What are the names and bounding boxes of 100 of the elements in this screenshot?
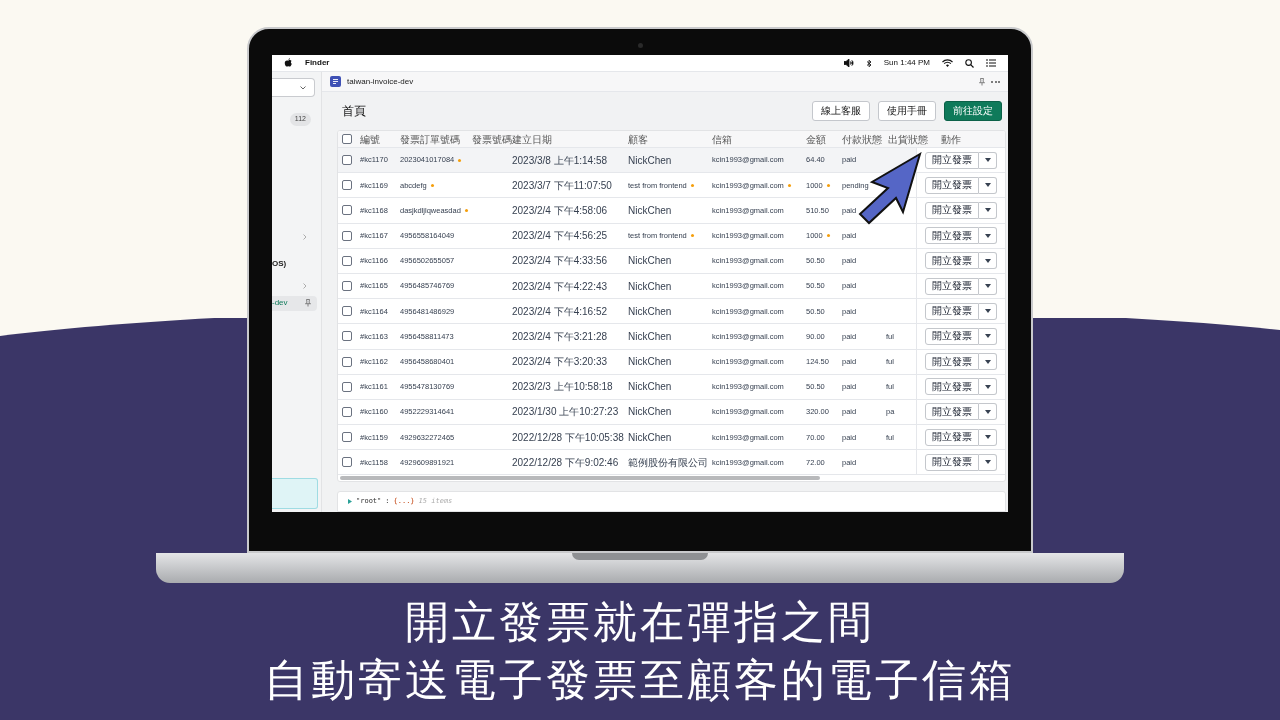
- header-button[interactable]: 使用手冊: [878, 101, 936, 121]
- table-cell-text: 2023/3/8 上午1:14:58: [512, 153, 608, 168]
- row-checkbox[interactable]: [342, 406, 352, 417]
- caret-icon: [984, 233, 991, 238]
- caret-icon: [984, 284, 991, 289]
- highlight-panel: [272, 478, 318, 509]
- table-cell-text: 2023/2/4 下午3:20:33: [512, 355, 608, 370]
- table-cell-text: NickChen: [628, 405, 672, 420]
- chevron-down-icon: [300, 85, 306, 90]
- issue-invoice-button[interactable]: 開立發票: [925, 327, 979, 345]
- row-checkbox[interactable]: [342, 381, 352, 392]
- pin-icon[interactable]: [979, 77, 985, 86]
- caret-icon: [984, 208, 991, 213]
- row-checkbox[interactable]: [342, 155, 352, 166]
- issue-invoice-button[interactable]: 開立發票: [925, 302, 979, 320]
- dropdown-button[interactable]: [979, 227, 997, 245]
- issue-invoice-button[interactable]: 開立發票: [925, 403, 979, 421]
- dropdown-button[interactable]: [979, 302, 997, 320]
- sidebar-item[interactable]: OS): [272, 257, 321, 270]
- table-cell-text: NickChen: [628, 153, 672, 168]
- table-cell-text: 2023/2/3 上午10:58:18: [512, 380, 613, 395]
- issue-invoice-button[interactable]: 開立發票: [925, 277, 979, 295]
- dropdown-button[interactable]: [979, 428, 997, 446]
- dropdown-button[interactable]: [979, 403, 997, 421]
- table-cell-text: NickChen: [628, 380, 672, 395]
- table-cell-text: 2023/2/4 下午4:16:52: [512, 304, 608, 319]
- column-header: 發票號碼: [472, 132, 512, 147]
- dropdown-button[interactable]: [979, 378, 997, 396]
- column-header: 金額: [806, 132, 826, 147]
- column-header: 信箱: [712, 132, 732, 147]
- row-checkbox[interactable]: [342, 230, 352, 241]
- row-checkbox[interactable]: [342, 205, 352, 216]
- table-cell: 範例股份有限公司: [628, 454, 712, 470]
- issue-invoice-button[interactable]: 開立發票: [925, 227, 979, 245]
- caret-icon: [984, 258, 991, 263]
- header-button[interactable]: 線上客服: [812, 101, 870, 121]
- column-header: 編號: [360, 132, 380, 147]
- caption-text: 自動寄送電子發票至顧客的電子信箱: [264, 654, 1016, 706]
- table-cell-text: 2023/1/30 上午10:27:23: [512, 405, 619, 420]
- dropdown-button[interactable]: [979, 277, 997, 295]
- issue-invoice-button[interactable]: 開立發票: [925, 428, 979, 446]
- dropdown-button[interactable]: [979, 151, 997, 169]
- table-cell-text: NickChen: [628, 355, 672, 370]
- list-icon[interactable]: [986, 59, 996, 67]
- caret-icon: [984, 435, 991, 440]
- table-cell-text: 2023/2/4 下午4:58:06: [512, 203, 608, 218]
- dropdown-button[interactable]: [979, 453, 997, 471]
- expand-triangle-icon[interactable]: [348, 499, 352, 505]
- row-checkbox[interactable]: [342, 432, 352, 443]
- row-checkbox[interactable]: [342, 356, 352, 367]
- scrollbar[interactable]: [340, 476, 820, 481]
- sidebar-item[interactable]: -dev: [272, 295, 317, 311]
- column-header: 付款狀態: [842, 132, 882, 147]
- select-all-checkbox[interactable]: [342, 134, 352, 144]
- row-checkbox[interactable]: [342, 255, 352, 266]
- header-button[interactable]: 前往設定: [944, 101, 1002, 121]
- issue-invoice-button[interactable]: 開立發票: [925, 378, 979, 396]
- row-checkbox[interactable]: [342, 281, 352, 292]
- wifi-icon[interactable]: [942, 59, 953, 67]
- table-cell-text: NickChen: [628, 430, 672, 445]
- issue-invoice-button[interactable]: 開立發票: [925, 453, 979, 471]
- column-header: 顧客: [628, 132, 648, 147]
- column-header: 建立日期: [512, 132, 552, 147]
- caption-text: 開立發票就在彈指之間: [405, 596, 875, 648]
- row-checkbox[interactable]: [342, 306, 352, 317]
- table-cell-text: 2023/2/4 下午4:33:56: [512, 254, 608, 269]
- dropdown-button[interactable]: [979, 327, 997, 345]
- table-cell-text: 2022/12/28 下午9:02:46: [512, 455, 619, 470]
- table-cell-text: 2023/2/4 下午4:22:43: [512, 279, 608, 294]
- table-cell-text: NickChen: [628, 304, 672, 319]
- dropdown-button[interactable]: [979, 176, 997, 194]
- column-header: 發票訂單號碼: [400, 132, 460, 147]
- bluetooth-icon[interactable]: [865, 58, 872, 68]
- issue-invoice-button[interactable]: 開立發票: [925, 201, 979, 219]
- issue-invoice-button[interactable]: 開立發票: [925, 151, 979, 169]
- table-cell-text: NickChen: [628, 254, 672, 269]
- issue-invoice-button[interactable]: 開立發票: [925, 252, 979, 270]
- issue-invoice-button[interactable]: 開立發票: [925, 353, 979, 371]
- caret-icon: [984, 334, 991, 339]
- search-icon[interactable]: [965, 58, 974, 68]
- dropdown-button[interactable]: [979, 353, 997, 371]
- caret-icon: [984, 359, 991, 364]
- row-checkbox[interactable]: [342, 331, 352, 342]
- row-checkbox[interactable]: [342, 457, 352, 468]
- clock[interactable]: Sun 1:44 PM: [883, 57, 930, 69]
- dropdown-button[interactable]: [979, 252, 997, 270]
- row-checkbox[interactable]: [342, 180, 352, 191]
- dropdown-button[interactable]: [979, 201, 997, 219]
- apple-logo-icon[interactable]: [284, 58, 293, 68]
- table-cell-text: 2022/12/28 下午10:05:38: [512, 430, 624, 445]
- app-name[interactable]: Finder: [305, 57, 330, 69]
- volume-icon[interactable]: [843, 59, 854, 67]
- table-cell-text: 2023/2/4 下午3:21:28: [512, 329, 608, 344]
- table-cell-text: NickChen: [628, 279, 672, 294]
- column-header: 動作: [941, 132, 961, 147]
- caret-icon: [984, 384, 991, 389]
- issue-invoice-button[interactable]: 開立發票: [925, 176, 979, 194]
- app-logo-icon: [330, 76, 341, 87]
- table-cell-text: 2023/3/7 下午11:07:50: [512, 178, 612, 193]
- app-title: taiwan-invoice-dev: [347, 75, 414, 88]
